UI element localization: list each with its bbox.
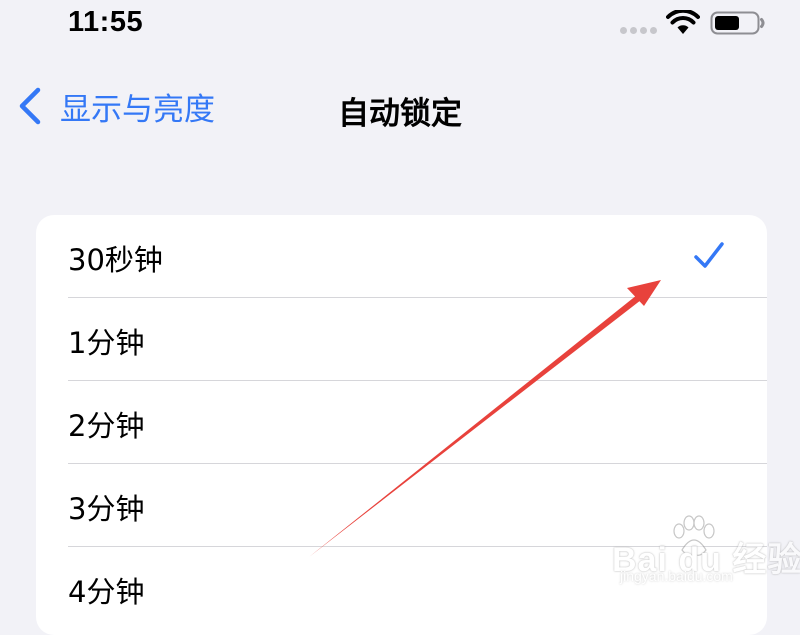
option-label: 2分钟 <box>68 409 145 443</box>
option-row-1-minute[interactable]: 1分钟 <box>36 298 767 381</box>
option-label: 3分钟 <box>68 492 145 526</box>
signal-dots-icon <box>620 27 658 35</box>
watermark-url: jingyan.baidu.com <box>620 568 733 584</box>
page-title: 自动锁定 <box>338 96 462 132</box>
battery-icon <box>710 11 765 35</box>
navigation-bar: 显示与亮度 自动锁定 <box>0 70 800 142</box>
status-time: 11:55 <box>68 6 144 38</box>
watermark: Bai du 经验 jingyan.baidu.com <box>612 514 800 586</box>
wifi-icon <box>666 10 700 34</box>
option-row-30-seconds[interactable]: 30秒钟 <box>36 215 767 298</box>
checkmark-icon <box>694 242 724 268</box>
option-label: 4分钟 <box>68 575 145 609</box>
option-row-2-minutes[interactable]: 2分钟 <box>36 381 767 464</box>
status-bar: 11:55 <box>0 0 800 48</box>
option-label: 1分钟 <box>68 326 145 360</box>
option-label: 30秒钟 <box>68 243 163 277</box>
